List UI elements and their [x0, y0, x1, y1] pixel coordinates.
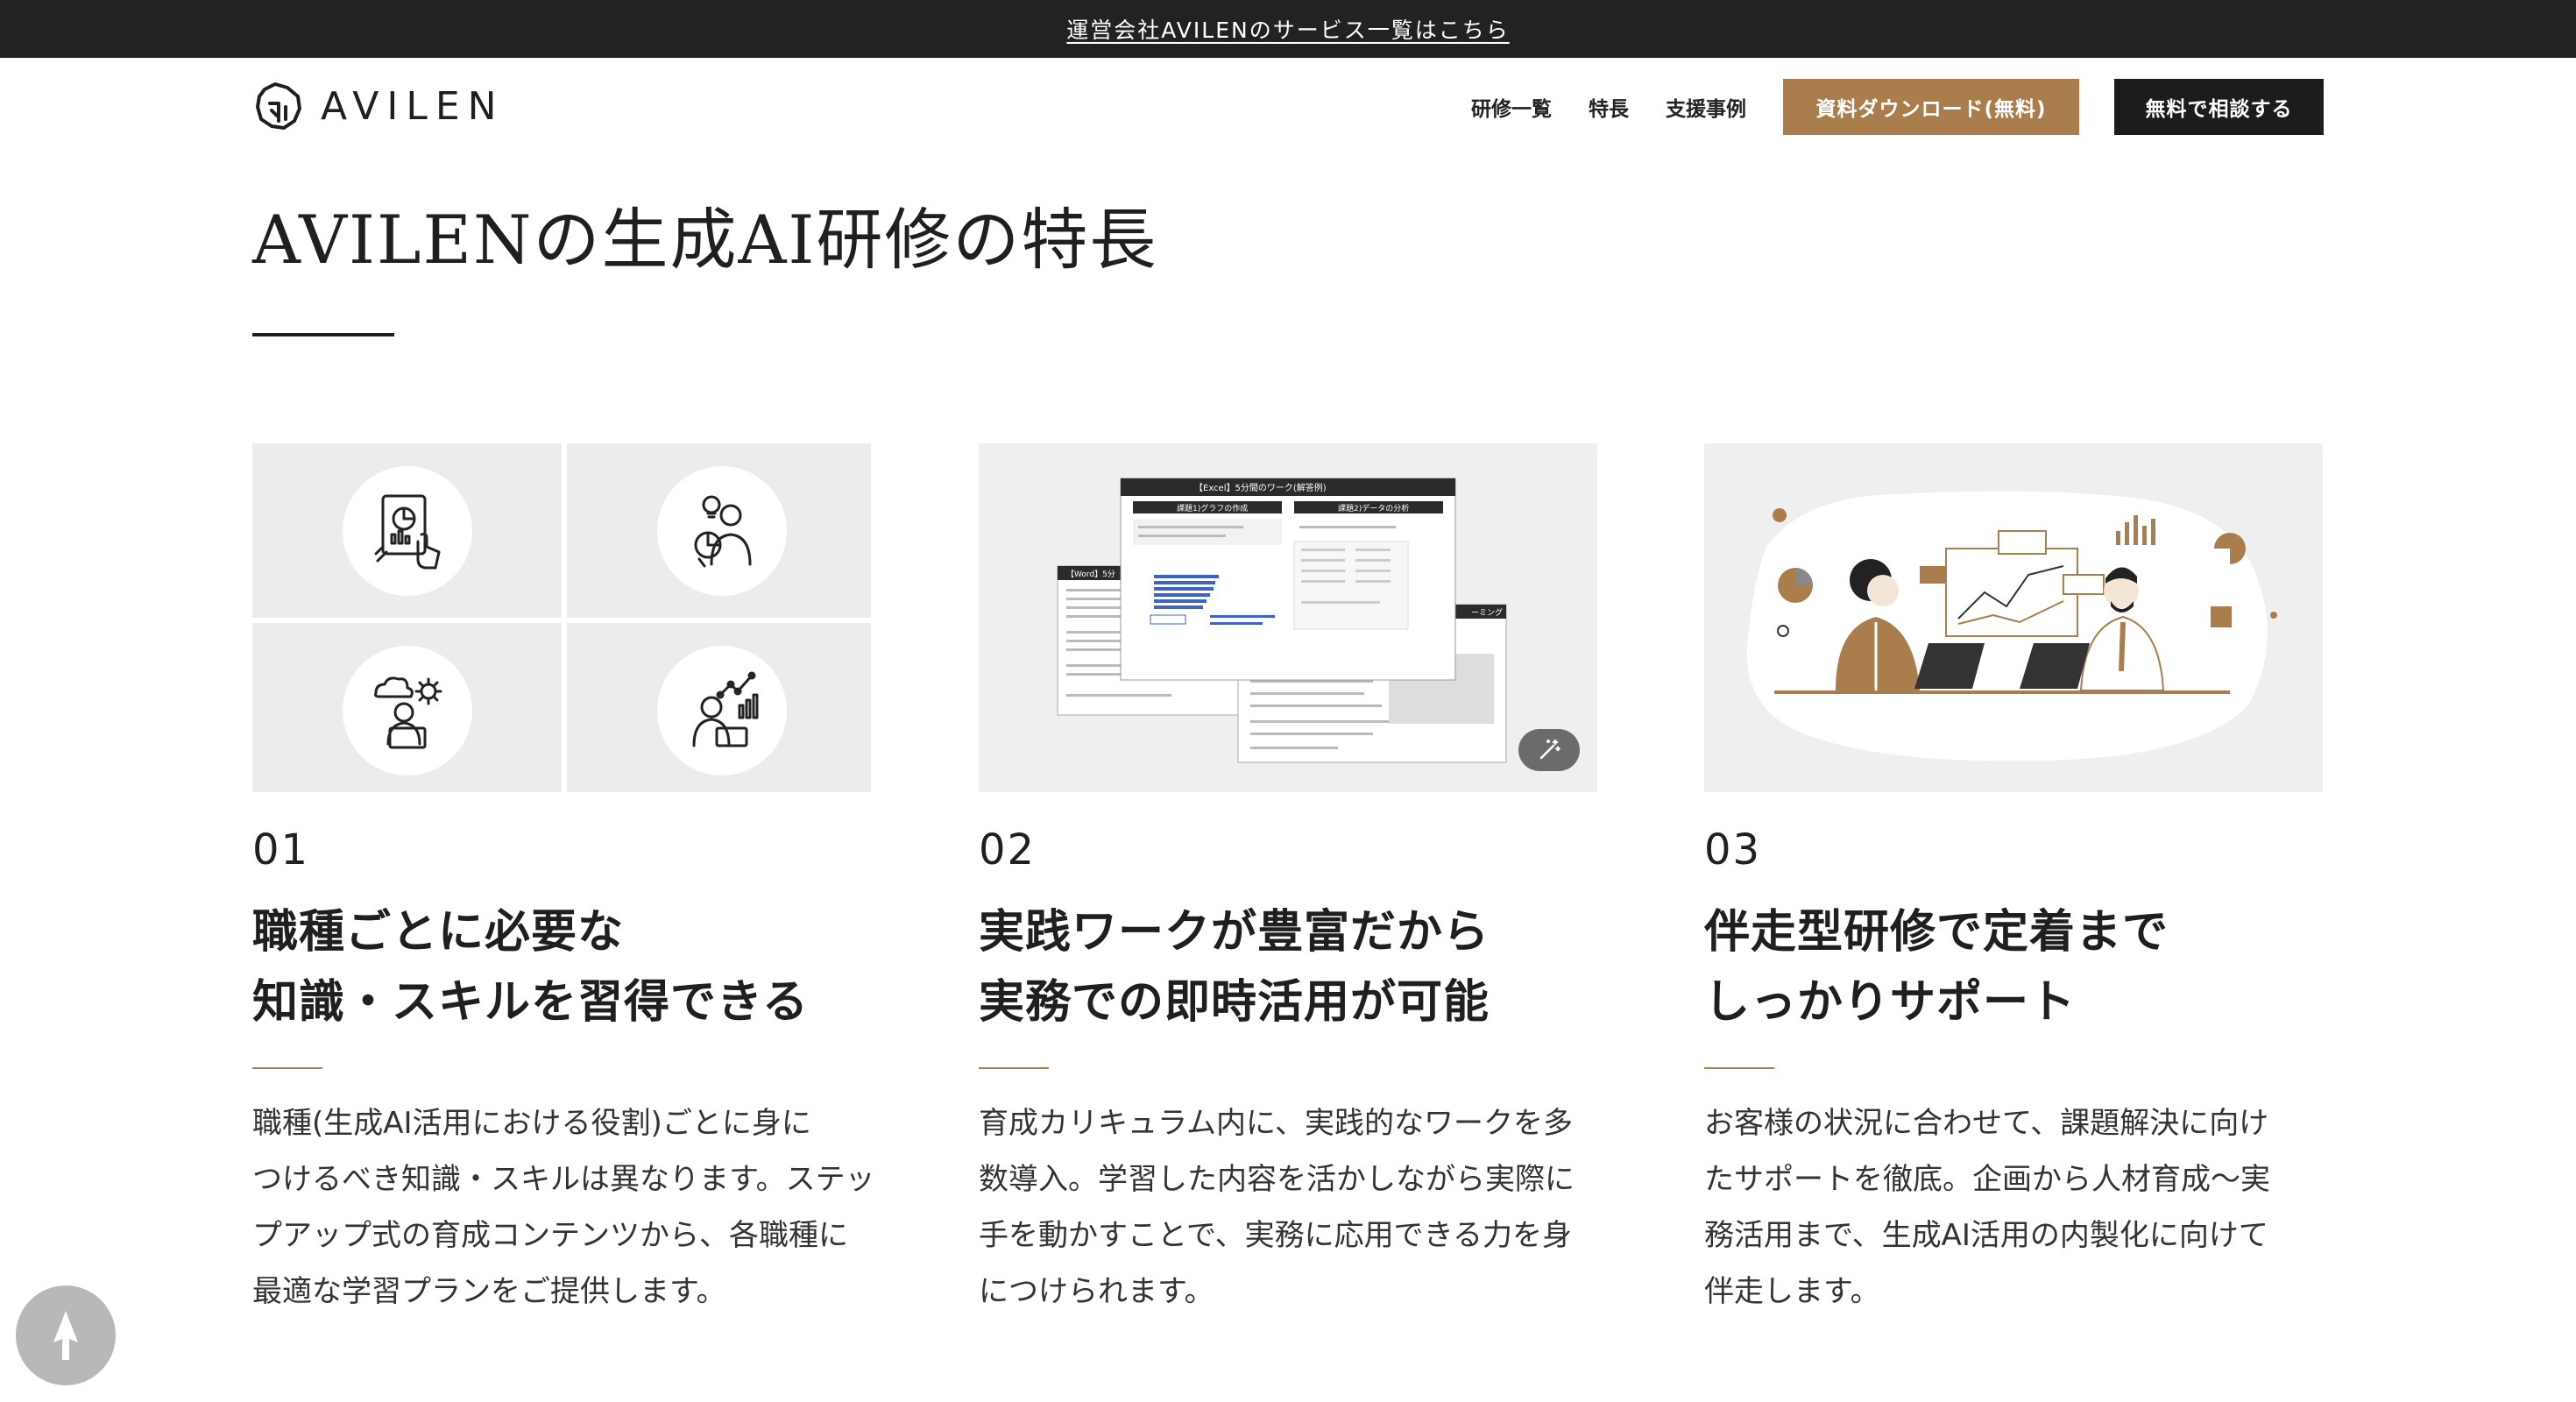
- feature-image-01: [252, 443, 871, 792]
- analyst-growth-icon: [692, 671, 758, 747]
- card-heading-line: しっかりサポート: [1704, 976, 2077, 1029]
- feature-image-03: [1704, 443, 2323, 792]
- card-heading-line: 実務での即時活用が可能: [979, 976, 1490, 1029]
- tablet-chart-icon: [374, 494, 440, 569]
- card-number: 02: [979, 825, 1037, 874]
- announcement-bar: 運営会社AVILENのサービス一覧はこちら: [0, 0, 2576, 58]
- card-description: 育成カリキュラム内に、実践的なワークを多 数導入。学習した内容を活かしながら実際…: [979, 1095, 1597, 1320]
- card-description-line: につけられます。: [979, 1274, 1214, 1309]
- front-sheet-header: 【Excel】5分間のワーク(解答例): [1194, 482, 1327, 493]
- card-description-line: 育成カリキュラム内に、実践的なワークを多: [979, 1106, 1573, 1141]
- feature-card-03: 03 伴走型研修で定着まで しっかりサポート お客様の状況に合わせて、課題解決に…: [1704, 443, 2323, 1320]
- feature-card-02: 【Word】5分 ーミング 【Excel】5分間のワーク(解答例) 課題1)グラ…: [979, 443, 1597, 1320]
- card-number: 01: [252, 825, 310, 874]
- card-heading-line: 職種ごとに必要な: [252, 906, 625, 959]
- magic-wand-icon: [1539, 739, 1560, 760]
- logo[interactable]: AVILEN: [252, 81, 505, 131]
- card-description-line: プアップ式の育成コンテンツから、各職種に: [252, 1218, 848, 1253]
- left-sheet-header: 【Word】5分: [1066, 570, 1115, 579]
- arrow-up-icon: [53, 1311, 78, 1360]
- card-heading-line: 知識・スキルを習得できる: [252, 976, 809, 1029]
- card-heading: 実践ワークが豊富だから 実務での即時活用が可能: [979, 897, 1597, 1037]
- cloud-gear-person-icon: [373, 676, 442, 748]
- announcement-link[interactable]: 運営会社AVILENのサービス一覧はこちら: [1066, 13, 1509, 45]
- title-divider: [252, 333, 394, 336]
- nav-link-cases[interactable]: 支援事例: [1666, 92, 1746, 122]
- card-description-line: 伴走します。: [1704, 1274, 1880, 1309]
- front-sheet-task1: 課題1)グラフの作成: [1177, 503, 1248, 513]
- card-description-line: 数導入。学習した内容を活かしながら実際に: [979, 1162, 1575, 1197]
- card-description-line: 務活用まで、生成AI活用の内製化に向けて: [1704, 1218, 2268, 1253]
- card-description-line: たサポートを徹底。企画から人材育成〜実: [1704, 1162, 2270, 1197]
- logo-text: AVILEN: [321, 83, 505, 129]
- card-description-line: お客様の状況に合わせて、課題解決に向け: [1704, 1106, 2269, 1141]
- worksheet-screenshots-image: 【Word】5分 ーミング 【Excel】5分間のワーク(解答例) 課題1)グラ…: [979, 443, 1597, 792]
- magic-wand-button[interactable]: [1518, 729, 1580, 771]
- card-description-line: つけるべき知識・スキルは異なります。ステッ: [252, 1162, 875, 1197]
- card-description: 職種(生成AI活用における役割)ごとに身に つけるべき知識・スキルは異なります。…: [252, 1095, 875, 1320]
- back-to-top-button[interactable]: [16, 1285, 116, 1385]
- card-divider: [1704, 1067, 1774, 1069]
- card-divider: [979, 1067, 1049, 1069]
- front-sheet-task2: 課題2)データの分析: [1338, 503, 1409, 513]
- nav-link-features[interactable]: 特長: [1589, 92, 1629, 122]
- support-team-illustration: [1704, 443, 2323, 792]
- section-title: AVILENの生成AI研修の特長: [252, 201, 1158, 279]
- card-description-line: 職種(生成AI活用における役割)ごとに身に: [252, 1106, 811, 1141]
- card-number: 03: [1704, 825, 1762, 874]
- card-description: お客様の状況に合わせて、課題解決に向け たサポートを徹底。企画から人材育成〜実 …: [1704, 1095, 2323, 1320]
- feature-image-02: 【Word】5分 ーミング 【Excel】5分間のワーク(解答例) 課題1)グラ…: [979, 443, 1597, 792]
- card-divider: [252, 1067, 322, 1069]
- card-description-line: 最適な学習プランをご提供します。: [252, 1274, 726, 1309]
- card-heading-line: 実践ワークが豊富だから: [979, 906, 1490, 959]
- avilen-logo-icon: [256, 82, 301, 130]
- feature-card-01: 01 職種ごとに必要な 知識・スキルを習得できる 職種(生成AI活用における役割…: [252, 443, 875, 1320]
- right-sheet-header: ーミング: [1471, 607, 1503, 618]
- site-header: AVILEN 研修一覧 特長 支援事例 資料ダウンロード(無料) 無料で相談する: [0, 58, 2576, 154]
- card-heading: 職種ごとに必要な 知識・スキルを習得できる: [252, 897, 871, 1037]
- card-description-line: 手を動かすことで、実務に応用できる力を身: [979, 1218, 1572, 1253]
- main-nav: 研修一覧 特長 支援事例 資料ダウンロード(無料) 無料で相談する: [1471, 79, 2324, 135]
- consult-button[interactable]: 無料で相談する: [2114, 79, 2324, 135]
- nav-link-courses[interactable]: 研修一覧: [1471, 92, 1552, 122]
- card-heading-line: 伴走型研修で定着まで: [1704, 906, 2169, 959]
- idea-person-chart-icon: [694, 495, 751, 567]
- card-heading: 伴走型研修で定着まで しっかりサポート: [1704, 897, 2323, 1037]
- download-button[interactable]: 資料ダウンロード(無料): [1783, 79, 2079, 135]
